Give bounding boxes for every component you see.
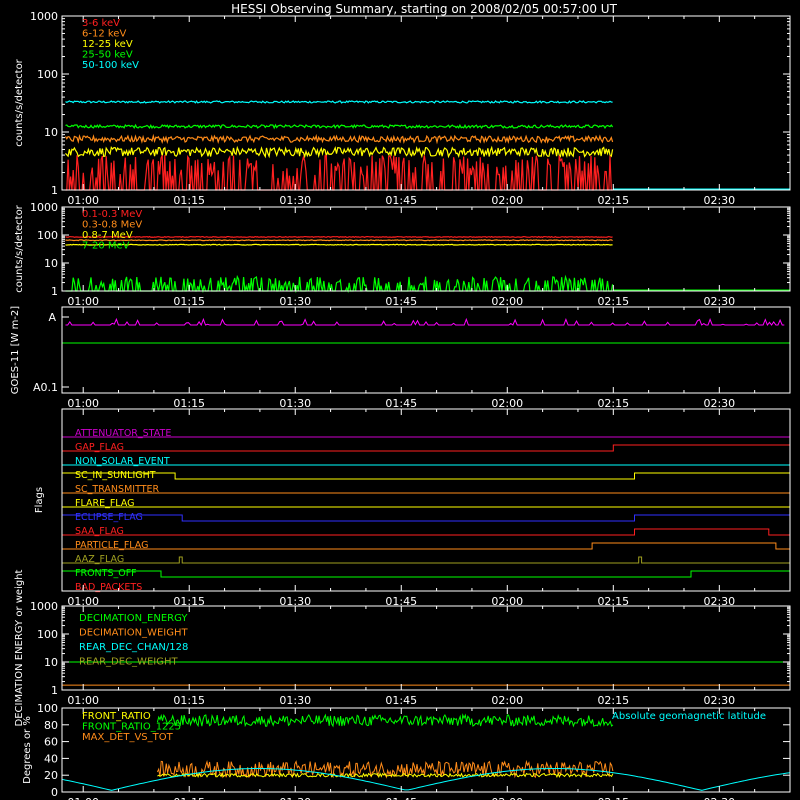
y-tick-label: 100 [37, 229, 58, 242]
x-tick-label: 02:00 [491, 694, 523, 707]
y-tick-label: 40 [44, 752, 58, 765]
y-tick-label: 100 [37, 68, 58, 81]
x-tick-label: 01:00 [67, 397, 99, 410]
flag-label: SC_TRANSMITTER [75, 484, 160, 495]
x-tick-label: 02:30 [703, 694, 735, 707]
x-tick-label: 02:15 [597, 194, 629, 207]
y-axis-label: counts/s/detector [14, 58, 25, 146]
x-tick-label: 01:30 [279, 397, 311, 410]
y-tick-label: 10 [44, 257, 58, 270]
flag-label: NON_SOLAR_EVENT [75, 456, 170, 467]
flag-label: SC_IN_SUNLIGHT [75, 470, 156, 481]
x-tick-label: 01:30 [279, 796, 311, 800]
y-tick-label: 100 [37, 628, 58, 641]
figure-title: HESSI Observing Summary, starting on 200… [231, 2, 617, 16]
y-tick-label: 1 [51, 184, 58, 197]
y-tick-label: 20 [44, 769, 58, 782]
x-tick-label: 02:00 [491, 295, 523, 308]
y-tick-label: 10 [44, 656, 58, 669]
y-tick-label: 60 [44, 736, 58, 749]
legend-entry: 7-20 MeV [82, 241, 130, 252]
legend-entry: 12-25 keV [82, 39, 133, 50]
x-tick-label: 01:15 [173, 796, 205, 800]
y-tick-label: 10 [44, 126, 58, 139]
flag-label: ECLIPSE_FLAG [75, 512, 143, 523]
y-axis-label: GOES-11 [W m-2] [10, 306, 21, 394]
x-tick-label: 01:45 [385, 694, 417, 707]
x-tick-label: 02:30 [703, 397, 735, 410]
flag-label: AAZ_FLAG [75, 554, 124, 565]
legend-entry: 6-12 keV [82, 29, 126, 40]
observing-summary-figure: HESSI Observing Summary, starting on 200… [0, 0, 800, 800]
x-tick-label: 02:30 [703, 194, 735, 207]
y-tick-label: A0.1 [33, 381, 58, 394]
legend-entry: FRONT_RATIO [82, 711, 151, 722]
x-tick-label: 02:15 [597, 397, 629, 410]
legend-entry: MAX_DET_VS_TOT [82, 732, 174, 743]
flag-label: SAA_FLAG [75, 526, 124, 537]
x-tick-label: 01:00 [67, 295, 99, 308]
legend-entry: Absolute geomagnetic latitude [612, 711, 766, 722]
y-axis-label: Flags [34, 487, 45, 513]
x-tick-label: 01:00 [67, 694, 99, 707]
y-axis-label: counts/s/detector [14, 204, 25, 292]
flag-label: GAP_FLAG [75, 442, 124, 453]
x-tick-label: 02:00 [491, 397, 523, 410]
flag-label: ATTENUATOR_STATE [75, 428, 171, 439]
legend-entry: 0.1-0.3 MeV [82, 209, 142, 220]
flag-label: PARTICLE_FLAG [75, 540, 148, 551]
x-tick-label: 01:45 [385, 295, 417, 308]
x-tick-label: 01:15 [173, 694, 205, 707]
x-tick-label: 02:00 [491, 194, 523, 207]
x-tick-label: 01:45 [385, 194, 417, 207]
y-axis-label: Degrees or % [22, 716, 33, 784]
flag-label: FLARE_FLAG [75, 498, 135, 509]
x-tick-label: 01:45 [385, 796, 417, 800]
y-tick-label: 0 [51, 786, 58, 799]
series-line [65, 243, 613, 246]
x-tick-label: 02:30 [703, 796, 735, 800]
x-tick-label: 01:30 [279, 694, 311, 707]
y-tick-label: 1000 [30, 600, 58, 613]
y-tick-label: 1 [51, 285, 58, 298]
y-tick-label: 1000 [30, 201, 58, 214]
legend-entry: 3-6 keV [82, 18, 120, 29]
x-tick-label: 01:30 [279, 295, 311, 308]
series-line [65, 235, 613, 238]
legend-entry: 25-50 keV [82, 50, 133, 61]
x-tick-label: 01:00 [67, 796, 99, 800]
y-tick-label: 100 [37, 702, 58, 715]
x-tick-label: 02:15 [597, 796, 629, 800]
y-tick-label: 80 [44, 719, 58, 732]
legend-entry: 50-100 keV [82, 60, 139, 71]
legend-entry: FRONT_RATIO_1225 [82, 722, 181, 733]
x-tick-label: 02:00 [491, 796, 523, 800]
x-tick-label: 02:15 [597, 295, 629, 308]
x-tick-label: 01:15 [173, 194, 205, 207]
y-axis-label: DECIMATION ENERGY or weight [14, 569, 25, 726]
x-tick-label: 02:15 [597, 694, 629, 707]
x-tick-label: 01:45 [385, 397, 417, 410]
y-tick-label: 1 [51, 684, 58, 697]
x-tick-label: 01:15 [173, 295, 205, 308]
legend-entry: REAR_DEC_CHAN/128 [79, 642, 188, 653]
legend-entry: REAR_DEC_WEIGHT [79, 657, 178, 668]
legend-entry: 0.3-0.8 MeV [82, 220, 142, 231]
x-tick-label: 01:00 [67, 194, 99, 207]
series-line [65, 239, 613, 242]
y-tick-label: A [48, 311, 56, 324]
legend-entry: 0.8-7 MeV [82, 230, 133, 241]
x-tick-label: 02:30 [703, 295, 735, 308]
legend-entry: DECIMATION_WEIGHT [79, 628, 188, 639]
x-tick-label: 01:30 [279, 194, 311, 207]
flag-label: FRONTS_OFF [75, 568, 137, 579]
y-tick-label: 1000 [30, 10, 58, 23]
x-tick-label: 01:15 [173, 397, 205, 410]
legend-entry: DECIMATION_ENERGY [79, 613, 188, 624]
